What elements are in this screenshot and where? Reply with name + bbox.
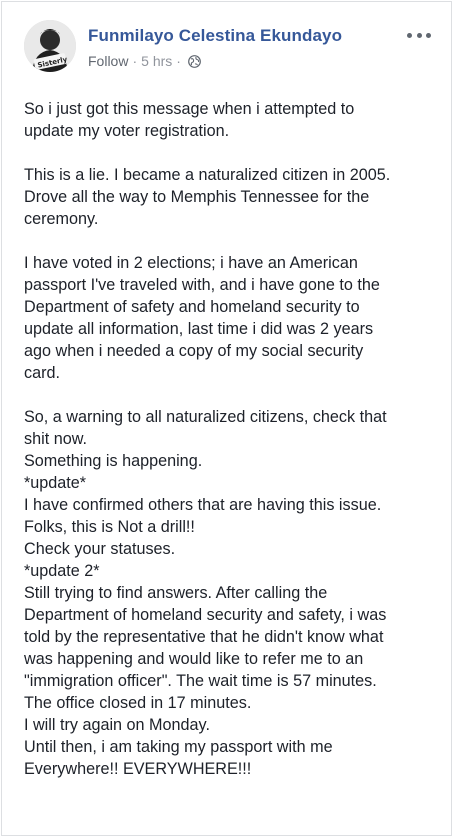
post-paragraph: This is a lie. I became a naturalized ci… xyxy=(24,164,434,230)
post-body: So i just got this message when i attemp… xyxy=(24,98,434,802)
post-line: Drove all the way to Memphis Tennessee f… xyxy=(24,188,370,206)
post-line: was happening and would like to refer me… xyxy=(24,650,364,668)
post-line: Folks, this is Not a drill!! xyxy=(24,518,195,536)
post-line: card. xyxy=(24,364,60,382)
post-line: Until then, i am taking my passport with… xyxy=(24,738,333,756)
post-timestamp[interactable]: 5 hrs xyxy=(141,53,172,69)
post-line: I will try again on Monday. xyxy=(24,716,210,734)
post-line: told by the representative that he didn'… xyxy=(24,628,384,646)
post-line: So i just got this message when i attemp… xyxy=(24,100,355,118)
post-meta: Follow · 5 hrs · xyxy=(88,53,201,69)
post-line: Still trying to find answers. After call… xyxy=(24,584,328,602)
post-line: Everywhere!! EVERYWHERE!!! xyxy=(24,760,252,778)
post-header: Sisterly Funmilayo Celestina Ekundayo Fo… xyxy=(2,2,451,82)
post-line: ceremony. xyxy=(24,210,99,228)
post-line: update my voter registration. xyxy=(24,122,230,140)
post-line: update all information, last time i did … xyxy=(24,320,374,338)
post-line: I have voted in 2 elections; i have an A… xyxy=(24,254,358,272)
more-options-icon[interactable] xyxy=(407,29,431,41)
post-paragraph: So i just got this message when i attemp… xyxy=(24,98,434,142)
more-dot xyxy=(426,32,431,38)
more-dot xyxy=(407,32,412,38)
globe-icon[interactable] xyxy=(188,54,201,68)
post-line: Check your statuses. xyxy=(24,540,176,558)
post-card: Sisterly Funmilayo Celestina Ekundayo Fo… xyxy=(1,1,452,836)
post-line: passport I've traveled with, and i have … xyxy=(24,276,380,294)
meta-separator: · xyxy=(176,53,181,69)
post-line: Something is happening. xyxy=(24,452,203,470)
post-paragraph: So, a warning to all naturalized citizen… xyxy=(24,406,434,780)
post-line: I have confirmed others that are having … xyxy=(24,496,382,514)
post-line: The office closed in 17 minutes. xyxy=(24,694,252,712)
author-avatar[interactable]: Sisterly xyxy=(24,20,76,72)
avatar-image: Sisterly xyxy=(24,20,76,72)
post-line: *update 2* xyxy=(24,562,100,580)
more-dot xyxy=(416,32,422,38)
post-line: "immigration officer". The wait time is … xyxy=(24,672,377,690)
follow-link[interactable]: Follow xyxy=(88,53,128,69)
post-line: Department of safety and homeland securi… xyxy=(24,298,360,316)
post-line: shit now. xyxy=(24,430,87,448)
author-name-link[interactable]: Funmilayo Celestina Ekundayo xyxy=(88,26,342,46)
post-line: Department of homeland security and safe… xyxy=(24,606,387,624)
meta-separator: · xyxy=(132,53,138,69)
post-line: So, a warning to all naturalized citizen… xyxy=(24,408,387,426)
post-paragraph: I have voted in 2 elections; i have an A… xyxy=(24,252,434,384)
post-line: *update* xyxy=(24,474,87,492)
post-line: This is a lie. I became a naturalized ci… xyxy=(24,166,391,184)
post-line: ago when i needed a copy of my social se… xyxy=(24,342,364,360)
